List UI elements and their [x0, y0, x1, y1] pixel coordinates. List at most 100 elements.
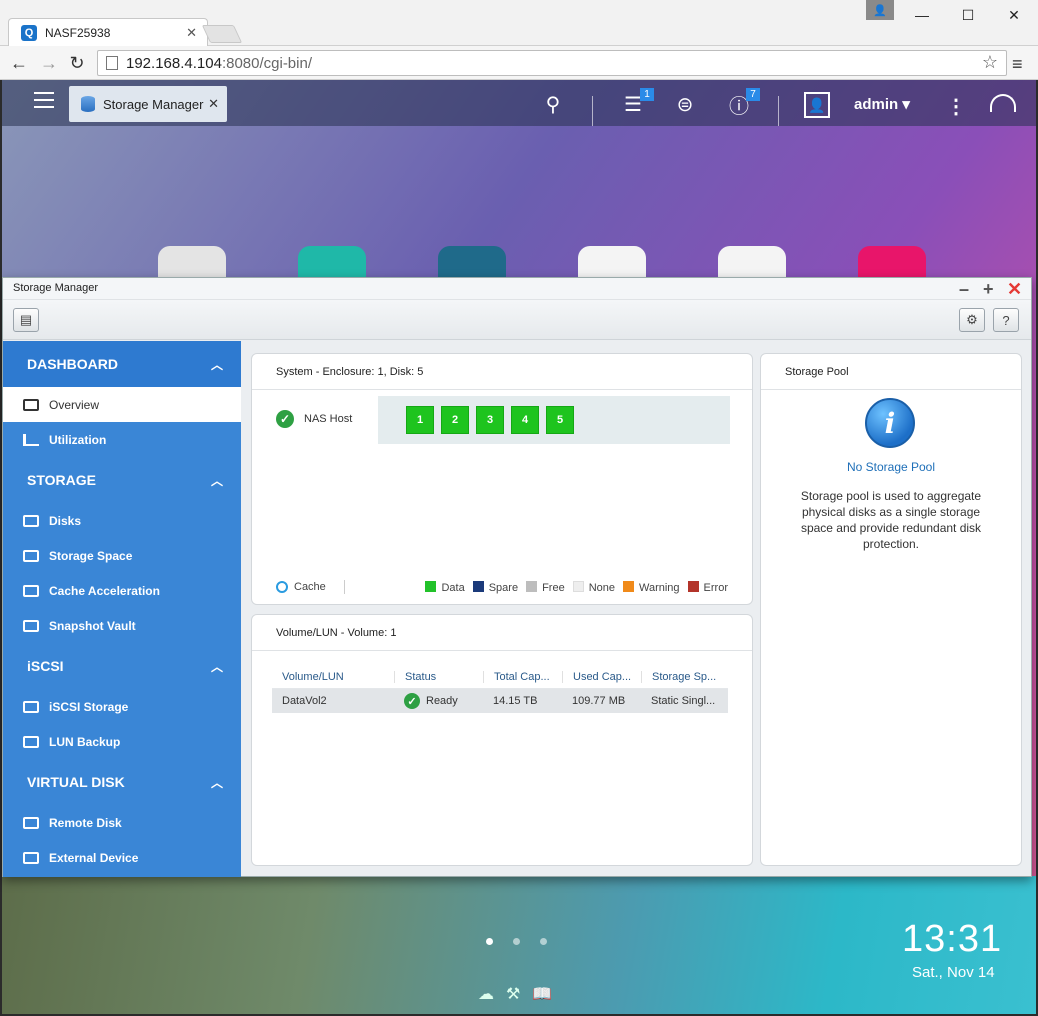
settings-gear-icon[interactable]: ⚙: [959, 308, 985, 332]
bookmark-star-icon[interactable]: ☆: [982, 52, 998, 73]
disk-slot-5[interactable]: 5: [546, 406, 574, 434]
window-minimize-icon[interactable]: –: [959, 279, 969, 299]
external-device-icon[interactable]: ⊜: [672, 92, 698, 116]
disk-legend: Cache Data Spare Free None Warning Error: [276, 580, 728, 594]
system-enclosure-panel: System - Enclosure: 1, Disk: 5 ✓ NAS Hos…: [251, 353, 753, 605]
help-icon[interactable]: ?: [993, 308, 1019, 332]
tools-icon[interactable]: ⚒: [506, 984, 520, 1004]
remote-disk-icon: [23, 816, 39, 829]
more-options-icon[interactable]: ⋮: [946, 94, 966, 119]
window-toolbar: ▤ ⚙ ?: [3, 300, 1031, 340]
legend-swatch: [526, 580, 538, 592]
sidebar-item-cache-acceleration[interactable]: Cache Acceleration: [3, 573, 241, 608]
column-header[interactable]: Status: [394, 670, 483, 683]
tasks-count-badge: 1: [640, 88, 654, 101]
panel-title: System - Enclosure: 1, Disk: 5: [252, 354, 752, 390]
nas-host-row: ✓ NAS Host: [276, 410, 352, 428]
sidebar-item-snapshot-vault[interactable]: Snapshot Vault: [3, 608, 241, 643]
address-bar: ← → ↻ 192.168.4.104:8080/cgi-bin/ ☆ ≡: [0, 46, 1038, 80]
sidebar-item-disks[interactable]: Disks: [3, 503, 241, 538]
sidebar-item-remote-disk[interactable]: Remote Disk: [3, 805, 241, 840]
collapse-caret-icon[interactable]: ︿: [211, 658, 223, 675]
maximize-window-button[interactable]: ☐: [946, 0, 990, 30]
sidebar-section-virtual-disk[interactable]: VIRTUAL DISK ︿: [3, 759, 241, 805]
book-icon[interactable]: 📖: [532, 984, 552, 1004]
sidebar-section-iscsi[interactable]: iSCSI ︿: [3, 643, 241, 689]
storage-pool-panel: Storage Pool i No Storage Pool Storage p…: [760, 353, 1022, 866]
sidebar-item-storage-space[interactable]: Storage Space: [3, 538, 241, 573]
reload-icon[interactable]: ↻: [66, 52, 88, 74]
profile-icon[interactable]: 👤: [866, 0, 894, 20]
qts-topbar: Storage Manager ✕ ⚲ ☰ 1 ⊜ ⓘ 7 👤 admin ▾ ⋮: [2, 80, 1036, 126]
event-notification-icon[interactable]: ⓘ 7: [726, 88, 760, 118]
cache-ring-icon: [276, 581, 288, 593]
qnap-favicon-icon: Q: [21, 24, 37, 41]
close-app-tab-icon[interactable]: ✕: [208, 96, 219, 112]
dashboard-gauge-icon[interactable]: [990, 94, 1016, 112]
ready-check-icon: ✓: [404, 693, 420, 709]
column-header[interactable]: Storage Sp...: [641, 670, 728, 683]
sidebar-item-lun-backup[interactable]: LUN Backup: [3, 724, 241, 759]
sidebar-item-utilization[interactable]: Utilization: [3, 422, 241, 457]
collapse-caret-icon[interactable]: ︿: [211, 472, 223, 489]
legend-label: None: [588, 581, 615, 594]
browser-tab[interactable]: Q NASF25938 ✕: [8, 18, 208, 46]
legend-item: Free: [526, 580, 565, 594]
sidebar-item-overview[interactable]: Overview: [3, 387, 241, 422]
table-header: Volume/LUN Status Total Cap... Used Cap.…: [272, 665, 728, 689]
back-arrow-icon[interactable]: ←: [8, 52, 30, 74]
sidebar-section-dashboard[interactable]: DASHBOARD ︿: [3, 341, 241, 387]
tab-close-icon[interactable]: ✕: [186, 25, 197, 41]
toggle-sidebar-icon[interactable]: ▤: [13, 308, 39, 332]
user-menu[interactable]: admin ▾: [854, 95, 910, 113]
sidebar-item-external-device[interactable]: External Device: [3, 840, 241, 875]
minimize-window-button[interactable]: —: [900, 0, 944, 30]
column-header[interactable]: Used Cap...: [562, 670, 641, 683]
column-header[interactable]: Volume/LUN: [272, 671, 394, 683]
legend-swatch: [472, 580, 484, 592]
legend-label: Data: [441, 581, 465, 594]
table-row[interactable]: DataVol2 ✓ Ready 14.15 TB 109.77 MB Stat…: [272, 689, 728, 713]
window-maximize-icon[interactable]: +: [983, 279, 994, 299]
sidebar-item-label: Overview: [49, 397, 100, 412]
legend-swatch: [687, 580, 699, 592]
sidebar: DASHBOARD ︿ Overview Utilization STORAGE ︿…: [3, 341, 241, 877]
storage-manager-window: Storage Manager – + ✕ ▤ ⚙ ? DASHBOARD ︿ O…: [2, 277, 1032, 877]
list-icon: [23, 398, 39, 411]
cloud-icon[interactable]: ☁: [478, 984, 494, 1004]
forward-arrow-icon[interactable]: →: [38, 52, 60, 74]
status-cell: ✓ Ready: [394, 693, 483, 709]
window-close-icon[interactable]: ✕: [1007, 279, 1022, 299]
user-avatar-icon[interactable]: 👤: [804, 92, 830, 118]
browser-titlebar: Q NASF25938 ✕ 👤 — ☐ ✕: [0, 0, 1038, 46]
sidebar-item-label: Cache Acceleration: [49, 583, 160, 598]
taskbar-app-label: Storage Manager: [103, 96, 204, 112]
section-label: iSCSI: [27, 658, 64, 674]
storage-space-cell: Static Singl...: [651, 695, 716, 707]
window-titlebar[interactable]: Storage Manager – + ✕: [3, 278, 1031, 300]
disk-slot-3[interactable]: 3: [476, 406, 504, 434]
url-input[interactable]: 192.168.4.104:8080/cgi-bin/ ☆: [97, 50, 1007, 76]
iscsi-icon: [23, 700, 39, 713]
sidebar-section-storage[interactable]: STORAGE ︿: [3, 457, 241, 503]
browser-tab-title: NASF25938: [45, 25, 111, 40]
disk-slot-4[interactable]: 4: [511, 406, 539, 434]
total-capacity-cell: 14.15 TB: [493, 695, 538, 707]
collapse-caret-icon[interactable]: ︿: [211, 774, 223, 791]
collapse-caret-icon[interactable]: ︿: [211, 356, 223, 373]
taskbar-storage-manager-tab[interactable]: Storage Manager ✕: [69, 86, 227, 122]
background-tasks-icon[interactable]: ☰ 1: [620, 88, 654, 116]
disk-slot-2[interactable]: 2: [441, 406, 469, 434]
search-icon[interactable]: ⚲: [540, 92, 566, 116]
sidebar-item-iscsi-storage[interactable]: iSCSI Storage: [3, 689, 241, 724]
snapshot-icon: [23, 619, 39, 632]
chrome-menu-icon[interactable]: ≡: [1012, 54, 1028, 75]
desktop-page-indicator[interactable]: [486, 938, 547, 945]
disk-slot-1[interactable]: 1: [406, 406, 434, 434]
disk-bay-strip: 1 2 3 4 5: [378, 396, 730, 444]
no-storage-pool-heading: No Storage Pool: [846, 460, 936, 474]
main-menu-icon[interactable]: [34, 92, 54, 108]
close-window-button[interactable]: ✕: [992, 0, 1036, 30]
column-header[interactable]: Total Cap...: [483, 670, 562, 683]
legend-item: None: [572, 580, 615, 594]
